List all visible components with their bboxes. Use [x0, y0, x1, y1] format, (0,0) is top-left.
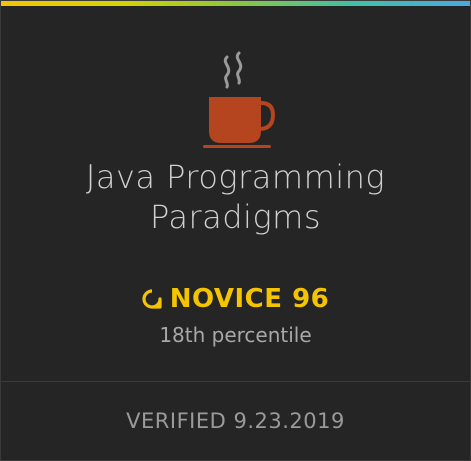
skill-title-line-1: Java Programming [85, 158, 386, 196]
coffee-cup-icon [201, 49, 276, 149]
skill-level-label: NOVICE 96 [169, 284, 330, 314]
divider [1, 381, 470, 382]
verified-date: VERIFIED 9.23.2019 [126, 409, 345, 433]
skill-title-line-2: Paradigms [150, 198, 321, 236]
skill-level: NOVICE 96 [1, 283, 470, 317]
percentile-text: 18th percentile [159, 323, 312, 347]
gradient-top-stripe [1, 1, 470, 6]
skill-badge-card: Java Programming Paradigms NOVICE 96 18t… [0, 0, 471, 461]
skill-title: Java Programming Paradigms [1, 157, 470, 237]
skill-level-icon [142, 285, 162, 317]
